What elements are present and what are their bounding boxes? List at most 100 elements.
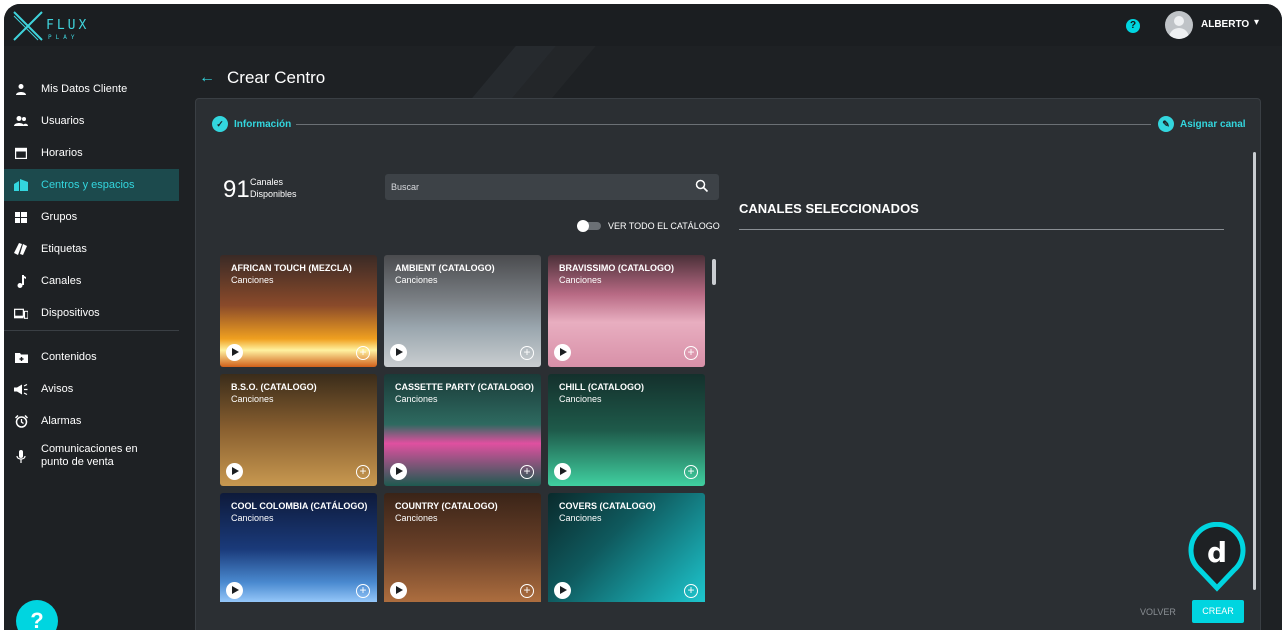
sidebar-item-label: Etiquetas: [41, 242, 87, 255]
avatar[interactable]: [1165, 11, 1193, 39]
sidebar-item-horarios[interactable]: Horarios: [4, 137, 179, 169]
logo-subtext: PLAY: [48, 34, 79, 41]
channel-title: AMBIENT (CATALOGO): [395, 263, 495, 273]
available-count: 91: [223, 176, 250, 203]
selected-channels-title: CANALES SELECCIONADOS: [739, 201, 919, 216]
sidebar-divider: [4, 330, 179, 331]
step-label: Información: [234, 118, 292, 130]
play-icon[interactable]: [390, 582, 407, 599]
grid-scrollbar[interactable]: [712, 259, 716, 285]
flux-play-logo[interactable]: FLUX PLAY: [10, 8, 90, 46]
channel-card[interactable]: B.S.O. (CATALOGO) Canciones +: [220, 374, 377, 486]
add-circle-icon[interactable]: +: [356, 584, 370, 598]
mic-icon: [14, 449, 28, 463]
sidebar-item-label: Contenidos: [41, 350, 97, 363]
sidebar-item-alarmas[interactable]: Alarmas: [4, 405, 179, 437]
step-informacion[interactable]: ✓ Información: [212, 116, 291, 132]
person-icon: [14, 82, 28, 96]
channel-title: COUNTRY (CATALOGO): [395, 501, 498, 511]
add-circle-icon[interactable]: +: [520, 584, 534, 598]
add-circle-icon[interactable]: +: [356, 465, 370, 479]
sidebar-item-usuarios[interactable]: Usuarios: [4, 105, 179, 137]
channel-title: CHILL (CATALOGO): [559, 382, 644, 392]
channel-text: B.S.O. (CATALOGO) Canciones: [231, 382, 371, 405]
sidebar-item-mis-datos-cliente[interactable]: Mis Datos Cliente: [4, 73, 179, 105]
channel-subtitle: Canciones: [395, 275, 438, 285]
add-circle-icon[interactable]: +: [684, 584, 698, 598]
channel-card[interactable]: CHILL (CATALOGO) Canciones +: [548, 374, 705, 486]
channel-text: COUNTRY (CATALOGO) Canciones: [395, 501, 535, 524]
tags-icon: [14, 242, 28, 256]
sidebar-item-label: Comunicaciones en punto de venta: [41, 443, 138, 468]
sidebar-item-canales[interactable]: Canales: [4, 265, 179, 297]
help-icon[interactable]: ?: [1126, 19, 1140, 33]
channel-text: BRAVISSIMO (CATALOGO) Canciones: [559, 263, 699, 286]
channel-card[interactable]: AMBIENT (CATALOGO) Canciones +: [384, 255, 541, 367]
play-icon[interactable]: [390, 463, 407, 480]
alarm-icon: [14, 414, 28, 428]
play-icon[interactable]: [554, 582, 571, 599]
sidebar-item-label: Avisos: [41, 382, 74, 395]
add-circle-icon[interactable]: +: [520, 346, 534, 360]
sidebar-item-contenidos[interactable]: Contenidos: [4, 341, 179, 373]
sidebar-item-grupos[interactable]: Grupos: [4, 201, 179, 233]
play-icon[interactable]: [554, 463, 571, 480]
channel-title: AFRICAN TOUCH (MEZCLA): [231, 263, 352, 273]
play-icon[interactable]: [226, 463, 243, 480]
play-icon[interactable]: [226, 344, 243, 361]
channel-card[interactable]: BRAVISSIMO (CATALOGO) Canciones +: [548, 255, 705, 367]
channel-card[interactable]: COOL COLOMBIA (CATÁLOGO) Canciones +: [220, 493, 377, 602]
stepper-line: [296, 124, 1151, 125]
channel-subtitle: Canciones: [559, 513, 602, 523]
channel-title: CASSETTE PARTY (CATALOGO): [395, 382, 534, 392]
step-asignar-canal[interactable]: ✎ Asignar canal: [1158, 116, 1246, 132]
sidebar-item-comunicaciones[interactable]: Comunicaciones en punto de venta: [4, 439, 179, 477]
x-logo-icon: [13, 11, 43, 41]
channel-text: CASSETTE PARTY (CATALOGO) Canciones: [395, 382, 535, 405]
folder-add-icon: [14, 350, 28, 364]
sidebar-item-label: Grupos: [41, 210, 78, 223]
username[interactable]: ALBERTO: [1201, 19, 1249, 30]
edit-icon: ✎: [1158, 116, 1174, 132]
play-icon[interactable]: [390, 344, 407, 361]
add-circle-icon[interactable]: +: [356, 346, 370, 360]
megaphone-icon: [14, 382, 28, 396]
play-icon[interactable]: [554, 344, 571, 361]
app-frame: FLUX PLAY ? ALBERTO ▾ Mis Datos Cliente …: [4, 4, 1282, 630]
chevron-down-icon[interactable]: ▾: [1254, 17, 1259, 28]
logo-text: FLUX: [46, 18, 90, 33]
page-header: ← Crear Centro: [199, 68, 325, 88]
channel-card[interactable]: CASSETTE PARTY (CATALOGO) Canciones +: [384, 374, 541, 486]
search-icon[interactable]: [695, 179, 709, 193]
channel-card[interactable]: COUNTRY (CATALOGO) Canciones +: [384, 493, 541, 602]
channel-card[interactable]: AFRICAN TOUCH (MEZCLA) Canciones +: [220, 255, 377, 367]
toggle-label: VER TODO EL CATÁLOGO: [608, 221, 720, 231]
channel-subtitle: Canciones: [231, 394, 274, 404]
sidebar-item-dispositivos[interactable]: Dispositivos: [4, 297, 179, 329]
calendar-icon: [14, 146, 28, 160]
sidebar-item-label: Usuarios: [41, 114, 85, 127]
sidebar-item-avisos[interactable]: Avisos: [4, 373, 179, 405]
channel-subtitle: Canciones: [559, 394, 602, 404]
channel-card[interactable]: COVERS (CATALOGO) Canciones +: [548, 493, 705, 602]
music-note-icon: [14, 274, 28, 288]
channel-title: BRAVISSIMO (CATALOGO): [559, 263, 674, 273]
catalog-toggle[interactable]: [577, 220, 601, 232]
back-arrow-icon[interactable]: ←: [199, 69, 215, 87]
help-button[interactable]: ?: [16, 600, 58, 630]
add-circle-icon[interactable]: +: [684, 346, 698, 360]
sidebar-item-centros-y-espacios[interactable]: Centros y espacios: [4, 169, 179, 201]
volver-button[interactable]: VOLVER: [1140, 607, 1176, 617]
channel-text: COVERS (CATALOGO) Canciones: [559, 501, 699, 524]
sidebar-item-etiquetas[interactable]: Etiquetas: [4, 233, 179, 265]
search-input[interactable]: Buscar: [385, 174, 719, 200]
add-circle-icon[interactable]: +: [684, 465, 698, 479]
channel-subtitle: Canciones: [395, 513, 438, 523]
check-icon: ✓: [212, 116, 228, 132]
d-logo-icon[interactable]: d: [1186, 522, 1248, 592]
panel-scrollbar[interactable]: [1253, 152, 1256, 590]
play-icon[interactable]: [226, 582, 243, 599]
add-circle-icon[interactable]: +: [520, 465, 534, 479]
crear-button[interactable]: CREAR: [1192, 600, 1244, 623]
top-bar: FLUX PLAY ? ALBERTO ▾: [4, 4, 1282, 46]
